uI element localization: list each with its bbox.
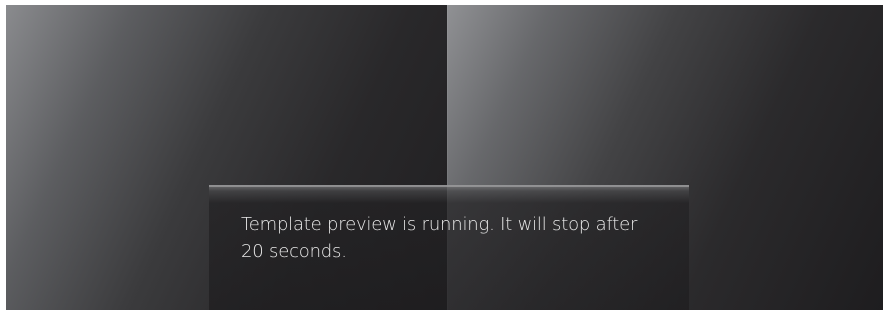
preview-status-message: Template preview is running. It will sto… (241, 214, 638, 262)
preview-status-toast: Template preview is running. It will sto… (209, 185, 689, 310)
template-preview-frame: Template preview is running. It will sto… (6, 5, 883, 310)
toast-top-border (209, 185, 689, 187)
